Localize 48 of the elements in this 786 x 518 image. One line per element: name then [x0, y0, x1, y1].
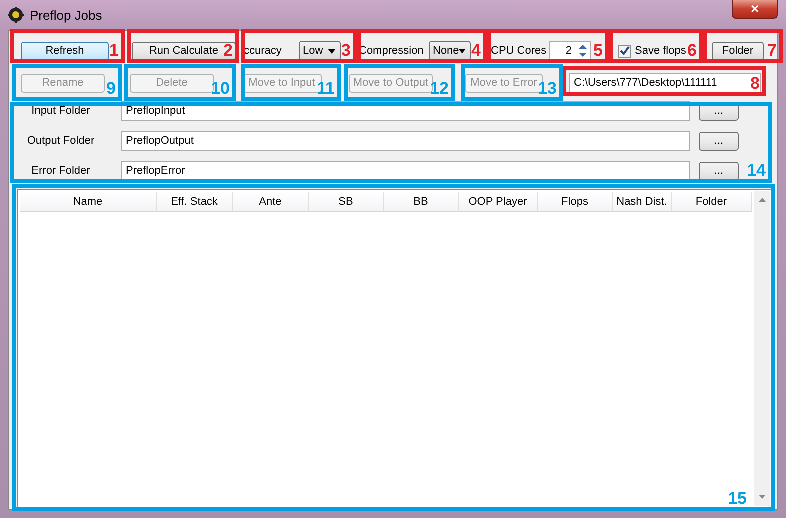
column-header[interactable]: OOP Player [459, 192, 538, 212]
caret-icon [328, 48, 336, 54]
browse-button[interactable]: ... [699, 132, 739, 150]
annotation-number: 7 [768, 42, 777, 59]
annotation-number: 12 [430, 80, 449, 97]
field-label: Input Folder [30, 105, 92, 117]
annotation-number: 15 [728, 490, 747, 507]
column-header[interactable]: SB [309, 192, 384, 212]
annotation-number: 5 [594, 42, 603, 59]
column-header[interactable]: BB [384, 192, 459, 212]
scroll-down-icon [758, 495, 766, 499]
annotation-number: 6 [688, 42, 697, 59]
check-icon [620, 46, 630, 56]
browse-button[interactable]: ... [699, 162, 739, 180]
column-header[interactable]: Flops [538, 192, 613, 212]
annotation-number: 4 [472, 42, 481, 59]
column-header[interactable]: Eff. Stack [157, 192, 233, 212]
annotation-number: 14 [747, 162, 766, 179]
field-label: Output Folder [26, 135, 96, 147]
vertical-scrollbar[interactable] [754, 191, 770, 506]
toolbar-button[interactable]: Refresh [21, 42, 109, 60]
field-label: ccuracy [244, 45, 283, 57]
annotation-number: 8 [750, 75, 760, 92]
window-title: Preflop Jobs [30, 8, 102, 22]
save-flops-checkbox[interactable]: Save flops [618, 44, 688, 58]
column-header[interactable]: Folder [672, 192, 752, 212]
close-button[interactable]: ✕ [732, 0, 778, 19]
field-label: Error Folder [30, 165, 92, 177]
folder-field[interactable]: PreflopOutput [121, 131, 690, 151]
annotation-number: 9 [106, 80, 116, 97]
annotation-number: 3 [342, 42, 351, 59]
caret-icon [459, 48, 466, 54]
field-label: CPU Cores [491, 45, 548, 57]
spin-arrows-icon [578, 43, 588, 59]
annotation-number: 10 [211, 80, 230, 97]
annotation-number: 1 [110, 42, 119, 59]
folder-field[interactable]: PreflopError [121, 161, 690, 181]
toolbar-button[interactable]: Folder [712, 42, 764, 60]
scroll-up-icon [758, 198, 766, 202]
field-label: Compression [359, 45, 425, 57]
number-spinner[interactable]: 2 [549, 41, 591, 61]
annotation-number: 2 [224, 42, 233, 59]
dropdown[interactable]: Low [299, 41, 341, 61]
column-header[interactable]: Name [20, 192, 157, 212]
dropdown[interactable]: None [429, 41, 471, 61]
app-icon [8, 7, 24, 23]
column-header[interactable]: Nash Dist. [613, 192, 672, 212]
column-header[interactable]: Ante [233, 192, 309, 212]
